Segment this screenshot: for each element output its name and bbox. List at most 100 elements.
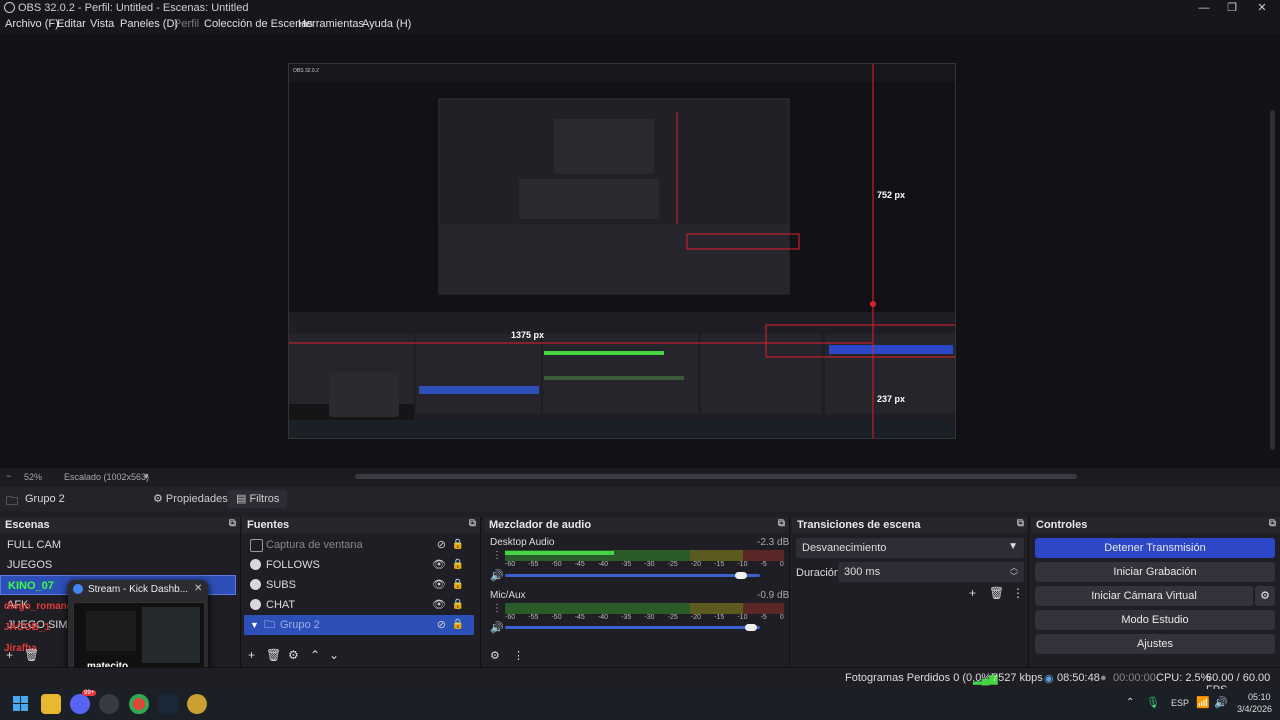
duration-input[interactable]: 300 ms ︿ ﹀ [838, 562, 1024, 582]
filters-button[interactable]: ▤ Filtros [228, 490, 288, 508]
float-icon[interactable]: ⧉ [1017, 518, 1024, 529]
language-indicator[interactable]: ESP [1171, 698, 1189, 708]
windows-start-icon[interactable] [11, 694, 31, 714]
stop-stream-button[interactable]: Detener Transmisión [1035, 538, 1275, 558]
volume-slider[interactable] [505, 574, 760, 577]
add-icon[interactable]: + [6, 648, 13, 662]
source-item-selected[interactable]: ▼ 🗀 Grupo 2 ⊘ 🔒 [244, 615, 474, 635]
gear-icon[interactable]: ⚙ [288, 648, 299, 662]
scenes-title: Escenas [5, 519, 50, 531]
meter-red-zone [743, 603, 784, 614]
float-icon[interactable]: ⧉ [469, 518, 476, 529]
taskbar-preview-popup[interactable]: Stream - Kick Dashb... ✕ matecito [68, 580, 208, 676]
move-up-icon[interactable]: ⌃ [310, 648, 320, 662]
float-icon[interactable]: ⧉ [1269, 518, 1276, 529]
audio-settings-icon[interactable]: ⚙ [490, 649, 500, 662]
meter-tick-label: -10 [737, 561, 748, 568]
chevron-down-icon[interactable]: ▾ [144, 471, 149, 482]
move-down-icon[interactable]: ⌄ [329, 648, 339, 662]
menu-perfil[interactable]: Perfil [174, 18, 199, 30]
scene-item[interactable]: JUEGOS [0, 555, 236, 575]
discord-icon[interactable]: 99+ [70, 690, 97, 714]
trash-icon[interactable]: 🗑 [24, 648, 39, 662]
mic-icon[interactable]: 🎙 [1146, 696, 1160, 709]
eye-icon[interactable]: 👁 [432, 555, 446, 575]
eye-icon[interactable]: 👁 [432, 595, 446, 615]
virtual-cam-settings-button[interactable]: ⚙ [1255, 586, 1275, 606]
lock-icon[interactable]: 🔒 [452, 615, 464, 635]
maximize-button[interactable]: ❐ [1218, 0, 1246, 16]
add-icon[interactable]: + [248, 648, 255, 662]
float-icon[interactable]: ⧉ [778, 518, 785, 529]
eye-icon[interactable]: 👁 [432, 575, 446, 595]
menu-vista[interactable]: Vista [90, 18, 114, 30]
more-icon[interactable]: ⋮ [513, 649, 524, 662]
studio-mode-button[interactable]: Modo Estudio [1035, 610, 1275, 630]
source-item[interactable]: SUBS 👁 🔒 [244, 575, 474, 595]
add-icon[interactable]: + [969, 586, 976, 600]
lock-icon[interactable]: 🔒 [452, 575, 464, 595]
source-item[interactable]: FOLLOWS 👁 🔒 [244, 555, 474, 575]
chevron-up-icon[interactable]: ⌃ [1126, 697, 1134, 708]
file-explorer-icon[interactable] [41, 694, 61, 714]
menu-herramientas[interactable]: Herramientas [298, 18, 364, 30]
speaker-icon[interactable]: 🔊 [490, 621, 504, 634]
trash-icon[interactable]: 🗑 [989, 586, 1004, 600]
scene-item[interactable]: FULL CAM [0, 535, 236, 555]
meter-red-zone [743, 550, 784, 561]
more-icon[interactable]: ⋮ [492, 550, 502, 561]
volume-slider[interactable] [505, 626, 760, 629]
status-bar: Fotogramas Perdidos 0 (0.0%) ▂▄▆ 7527 kb… [0, 667, 1280, 696]
meter-tick-label: -35 [621, 561, 632, 568]
menu-ayuda[interactable]: Ayuda (H) [362, 18, 411, 30]
zoom-minus-icon[interactable]: − [6, 471, 11, 481]
lock-icon[interactable]: 🔒 [452, 595, 464, 615]
volume-icon[interactable]: 🔊 [1214, 696, 1228, 709]
chrome-icon[interactable] [129, 694, 149, 714]
volume-knob[interactable] [735, 572, 748, 579]
preview-vertical-scrollbar[interactable] [1270, 110, 1275, 450]
menu-editar[interactable]: Editar [57, 18, 86, 30]
volume-knob[interactable] [745, 624, 758, 631]
menu-archivo[interactable]: Archivo (F) [5, 18, 59, 30]
settings-button[interactable]: Ajustes [1035, 634, 1275, 654]
svg-text:OBS 32.0.2: OBS 32.0.2 [293, 68, 319, 74]
float-icon[interactable]: ⧉ [229, 518, 236, 529]
steam-icon[interactable] [158, 694, 178, 714]
lock-icon[interactable]: 🔒 [452, 555, 464, 575]
trash-icon[interactable]: 🗑 [266, 648, 281, 662]
more-icon[interactable]: ⋮ [1012, 586, 1024, 600]
audio-channel-db: -2.3 dB [757, 537, 790, 548]
menu-paneles[interactable]: Paneles (D) [120, 18, 178, 30]
lock-icon[interactable]: 🔒 [452, 535, 464, 555]
app-icon[interactable] [187, 694, 207, 714]
menu-colecciones[interactable]: Colección de Escenas [204, 18, 313, 30]
spin-down-icon[interactable]: ﹀ [1010, 571, 1018, 582]
audio-meter [505, 550, 784, 561]
minimize-button[interactable]: — [1190, 0, 1218, 16]
more-icon[interactable]: ⋮ [492, 603, 502, 614]
source-item[interactable]: CHAT 👁 🔒 [244, 595, 474, 615]
audio-title: Mezclador de audio [489, 519, 592, 531]
virtual-cam-button[interactable]: Iniciar Cámara Virtual [1035, 586, 1253, 606]
preview-horizontal-scrollbar[interactable] [355, 474, 1077, 479]
source-item[interactable]: Captura de ventana ⊘ 🔒 [244, 535, 474, 555]
controls-header: Controles ⧉ [1031, 517, 1280, 533]
close-button[interactable]: ✕ [1248, 0, 1276, 16]
close-icon[interactable]: ✕ [194, 583, 202, 594]
eye-off-icon[interactable]: ⊘ [437, 615, 446, 635]
speaker-icon[interactable]: 🔊 [490, 569, 504, 582]
preview-canvas[interactable]: OBS 32.0.2 752 px 1375 px 237 px [288, 63, 956, 439]
clock-date[interactable]: 3/4/2026 [1237, 704, 1272, 714]
eye-off-icon[interactable]: ⊘ [437, 535, 446, 555]
meter-tick-label: -10 [737, 614, 748, 621]
properties-button[interactable]: ⚙ Propiedades [145, 490, 236, 508]
wifi-icon[interactable]: 📶 [1196, 696, 1210, 709]
gear-icon: ⚙ [153, 493, 166, 505]
meter-tick-label: -45 [574, 614, 585, 621]
start-record-button[interactable]: Iniciar Grabación [1035, 562, 1275, 582]
transition-select[interactable]: Desvanecimiento ▼ [796, 538, 1024, 558]
obs-icon[interactable] [99, 694, 119, 714]
clock-time[interactable]: 05:10 [1248, 692, 1271, 702]
chevron-down-icon[interactable]: ▼ [250, 615, 259, 635]
